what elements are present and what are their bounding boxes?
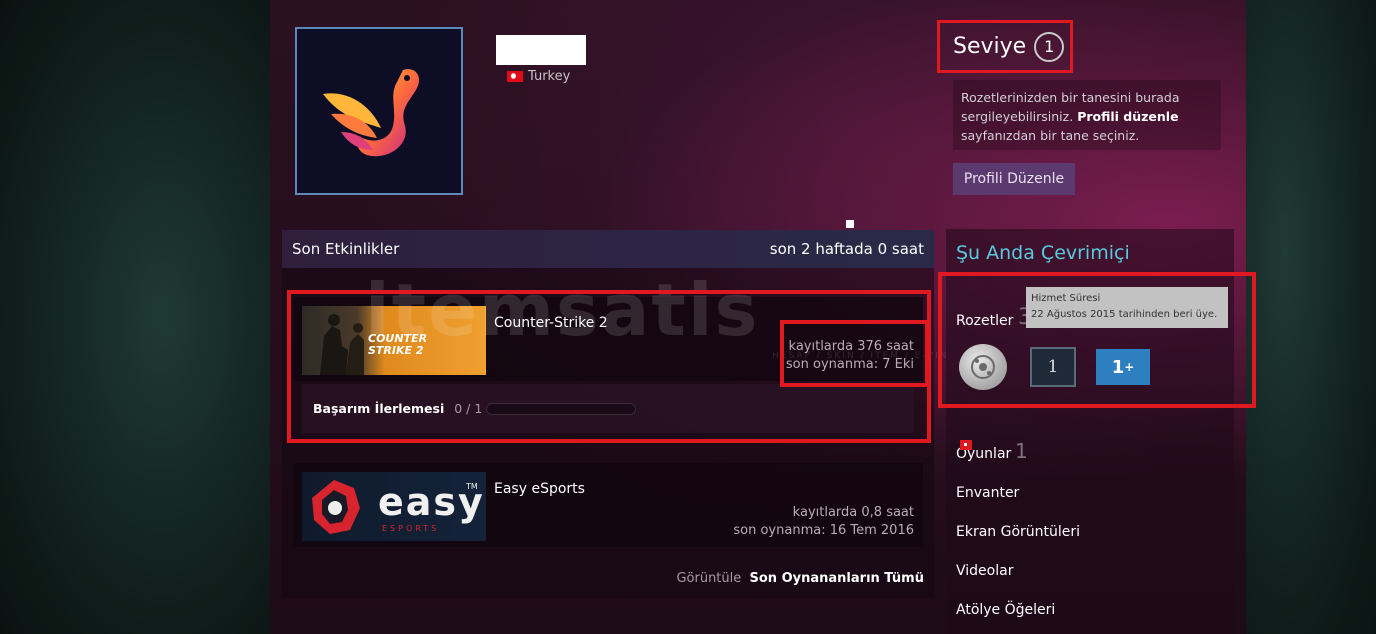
online-status: Şu Anda Çevrimiçi [956,242,1130,264]
badge-showcase-info: Rozetlerinizden bir tanesini burada serg… [953,80,1221,150]
view-all-recent: Görüntüle Son Oynananların Tümü [676,571,924,586]
background-right [1246,0,1376,634]
username-redacted [496,35,586,65]
easy-capsule-tm: TM [466,482,478,491]
country-location: Turkey [507,69,570,84]
level-label: Seviye [953,34,1027,59]
recent-activity-header: Son Etkinlikler son 2 haftada 0 saat [282,230,934,268]
country-name: Turkey [528,69,571,84]
sidebar-item-videos[interactable]: Videolar [956,563,1013,579]
view-all-prefix: Görüntüle [676,571,742,586]
sidebar-item-screenshots[interactable]: Ekran Görüntüleri [956,524,1080,540]
avatar[interactable] [295,27,463,195]
easy-esports-capsule-image[interactable]: easy TM ESPORTS [302,472,486,541]
sidebar-item-inventory[interactable]: Envanter [956,485,1019,501]
games-count: 1 [1015,439,1028,463]
easy-esports-name[interactable]: Easy eSports [494,481,585,497]
easy-esports-last-played: son oynanma: 16 Tem 2016 [733,523,914,538]
turkey-flag-icon [507,71,523,82]
highlight-badges-box [938,272,1256,408]
game-row-easy-esports[interactable]: easy TM ESPORTS Easy eSports kayıtlarda … [293,463,923,547]
highlight-hours-box [780,320,929,387]
edit-profile-button[interactable]: Profili Düzenle [953,163,1075,195]
swan-logo-icon [323,69,420,157]
profile-level: Seviye 1 [937,20,1073,73]
easy-esports-hours: kayıtlarda 0,8 saat [792,505,914,520]
view-all-link[interactable]: Son Oynananların Tümü [750,571,924,586]
red-marker [960,440,972,450]
sidebar-item-workshop[interactable]: Atölye Öğeleri [956,602,1055,618]
recent-activity-summary: son 2 haftada 0 saat [769,240,924,258]
background-left [0,0,270,634]
recent-activity-title: Son Etkinlikler [292,240,400,258]
white-marker [846,220,854,228]
edit-profile-link[interactable]: Profili düzenle [1077,109,1178,124]
badge-info-text-after: sayfanızdan bir tane seçiniz. [961,128,1140,143]
level-value: 1 [1034,31,1065,62]
easy-capsule-sub: ESPORTS [382,524,440,533]
